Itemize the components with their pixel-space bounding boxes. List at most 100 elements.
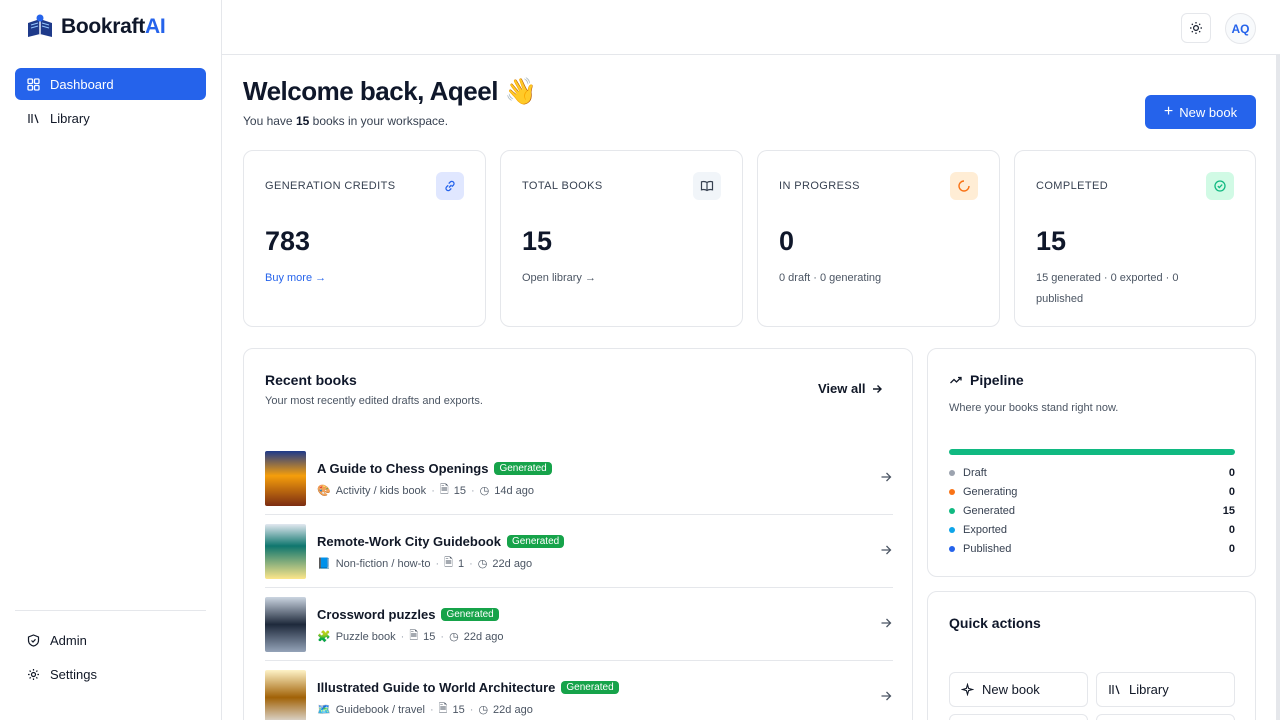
book-title-row: Crossword puzzles Generated (317, 607, 499, 622)
sidebar: BookraftAI Dashboard Library Admin Setti… (0, 0, 222, 720)
stat-label: GENERATION CREDITS (265, 180, 396, 192)
sidebar-item-admin[interactable]: Admin (15, 624, 206, 656)
book-title-row: Illustrated Guide to World Architecture … (317, 680, 619, 695)
book-pages: 15 (452, 703, 465, 716)
quick-actions-card: Quick actions New book Library (927, 591, 1256, 720)
quick-action-button[interactable] (1096, 714, 1235, 720)
app-root: BookraftAI Dashboard Library Admin Setti… (0, 0, 1280, 720)
library-icon (1109, 685, 1120, 695)
book-row[interactable]: Remote-Work City Guidebook Generated 📘 N… (265, 515, 893, 588)
book-meta: 📘 Non-fiction / how-to · 🗎 1 · ◷ 22d ago (317, 554, 532, 573)
stat-label: COMPLETED (1036, 180, 1109, 192)
book-pages: 15 (453, 484, 466, 497)
book-row[interactable]: Crossword puzzles Generated 🧩 Puzzle boo… (265, 588, 893, 661)
quick-library-button[interactable]: Library (1096, 672, 1235, 707)
plus-icon: + (1163, 103, 1174, 120)
trending-up-icon (950, 376, 962, 384)
book-title-row: Remote-Work City Guidebook Generated (317, 534, 565, 549)
new-book-button[interactable]: + New book (1145, 95, 1256, 129)
page-icon: 🗎 (409, 630, 419, 642)
sparkles-icon (961, 683, 974, 696)
pipeline-progress-bar (949, 449, 1235, 455)
arrow-right-icon[interactable] (879, 470, 893, 484)
status-dot (949, 545, 955, 552)
stat-footer: 0 draft · 0 generating (779, 272, 882, 284)
sidebar-item-dashboard[interactable]: Dashboard (15, 68, 206, 100)
loader-icon (950, 172, 978, 200)
pipeline-subtitle: Where your books stand right now. (949, 402, 1119, 414)
sidebar-item-label: Dashboard (50, 76, 114, 92)
page-icon: 🗎 (439, 484, 449, 496)
status-badge: Generated (506, 535, 565, 548)
stat-card-credits: GENERATION CREDITS 783 Buy more → (243, 150, 486, 327)
pipeline-row-value: 0 (1228, 466, 1235, 479)
check-circle-icon (1206, 172, 1234, 200)
sidebar-nav: Dashboard Library (0, 54, 221, 134)
book-age: 22d ago (493, 703, 533, 716)
book-row[interactable]: Illustrated Guide to World Architecture … (265, 661, 893, 720)
buy-more-link[interactable]: Buy more → (265, 268, 425, 289)
status-badge: Generated (441, 608, 499, 621)
page-subtitle: You have 15 books in your workspace. (243, 114, 448, 128)
shield-icon (26, 633, 40, 647)
separator: · (400, 630, 405, 643)
open-library-link[interactable]: Open library → (522, 268, 682, 289)
avatar[interactable]: AQ (1225, 13, 1256, 44)
book-title: Crossword puzzles (317, 607, 436, 622)
arrow-right-icon[interactable] (879, 543, 893, 557)
arrow-right-icon[interactable] (879, 689, 893, 703)
separator: · (429, 703, 434, 716)
recent-books-card: Recent books Your most recently edited d… (243, 348, 913, 720)
book-cover (265, 597, 306, 652)
pipeline-row-value: 15 (1222, 504, 1235, 517)
pipeline-title-row: Pipeline (949, 372, 1024, 388)
recent-books-title: Recent books (265, 372, 357, 388)
topbar (222, 0, 1280, 55)
arrow-right-icon[interactable] (879, 616, 893, 630)
recent-books-subtitle: Your most recently edited drafts and exp… (265, 395, 483, 407)
sidebar-item-settings[interactable]: Settings (15, 658, 206, 690)
book-pages: 1 (458, 557, 465, 570)
scrollbar[interactable] (1276, 55, 1280, 720)
book-open-icon (693, 172, 721, 200)
book-cover (265, 670, 306, 720)
stat-value: 783 (265, 226, 311, 256)
brand[interactable]: BookraftAI (0, 0, 221, 54)
separator: · (440, 630, 445, 643)
book-title: Remote-Work City Guidebook (317, 534, 501, 549)
pipeline-row-exported: Exported 0 (949, 520, 1235, 539)
book-age: 14d ago (494, 484, 535, 497)
gear-icon (26, 667, 40, 681)
clock-icon: ◷ (478, 704, 489, 716)
quick-action-button[interactable] (949, 714, 1088, 720)
theme-toggle-button[interactable] (1181, 13, 1211, 43)
subtitle-prefix: You have (243, 114, 296, 128)
subtitle-suffix: books in your workspace. (309, 114, 449, 128)
book-meta: 🎨 Activity / kids book · 🗎 15 · ◷ 14d ag… (317, 481, 534, 500)
status-badge: Generated (494, 462, 552, 475)
quick-new-book-button[interactable]: New book (949, 672, 1088, 707)
library-icon (26, 111, 40, 125)
clock-icon: ◷ (479, 485, 490, 497)
book-meta: 🗺️ Guidebook / travel · 🗎 15 · ◷ 22d ago (317, 700, 533, 719)
pipeline-row-label: Published (963, 542, 1012, 555)
arrow-right-icon (873, 384, 883, 393)
sidebar-item-label: Admin (50, 632, 87, 648)
pipeline-row-draft: Draft 0 (949, 463, 1235, 482)
clock-icon: ◷ (477, 558, 488, 570)
view-all-button[interactable]: View all (818, 381, 883, 396)
stat-card-in-progress: IN PROGRESS 0 0 draft · 0 generating (757, 150, 1000, 327)
clock-icon: ◷ (449, 631, 459, 643)
book-row[interactable]: A Guide to Chess Openings Generated 🎨 Ac… (265, 442, 893, 515)
book-age: 22d ago (492, 557, 533, 570)
new-book-label: New book (1179, 104, 1238, 120)
pipeline-progress-fill (949, 449, 1235, 455)
brand-logo-icon (28, 14, 52, 37)
book-category: Activity / kids book (335, 484, 427, 497)
sidebar-item-library[interactable]: Library (15, 102, 206, 134)
pipeline-row-published: Published 0 (949, 539, 1235, 558)
quick-action-label: Library (1129, 682, 1169, 697)
pipeline-row-value: 0 (1228, 542, 1235, 555)
book-title: Illustrated Guide to World Architecture (317, 680, 556, 695)
stat-card-completed: COMPLETED 15 15 generated · 0 exported ·… (1014, 150, 1256, 327)
